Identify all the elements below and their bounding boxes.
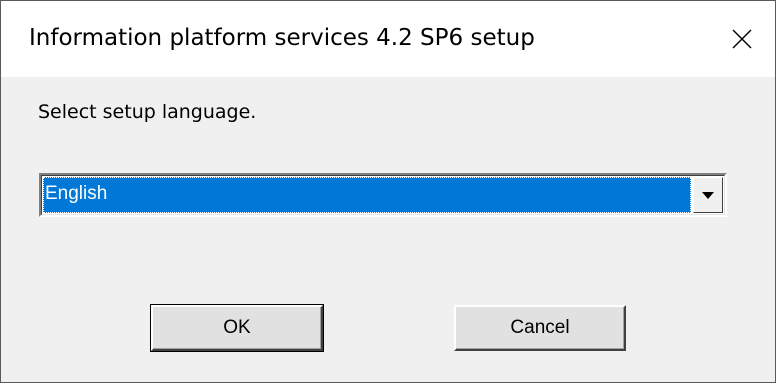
close-button[interactable] bbox=[709, 1, 775, 77]
close-icon bbox=[732, 29, 752, 49]
chevron-down-icon bbox=[702, 191, 714, 199]
setup-language-dialog: Information platform services 4.2 SP6 se… bbox=[0, 0, 776, 383]
ok-button[interactable]: OK bbox=[150, 304, 324, 352]
dropdown-button[interactable] bbox=[693, 177, 723, 213]
window-title: Information platform services 4.2 SP6 se… bbox=[29, 25, 535, 51]
language-select-value[interactable]: English bbox=[43, 177, 691, 213]
language-select[interactable]: English bbox=[39, 173, 727, 217]
ok-button-label: OK bbox=[223, 317, 251, 338]
title-bar[interactable]: Information platform services 4.2 SP6 se… bbox=[1, 1, 775, 77]
prompt-label: Select setup language. bbox=[38, 101, 257, 123]
cancel-button-label: Cancel bbox=[510, 317, 570, 338]
cancel-button[interactable]: Cancel bbox=[454, 305, 626, 351]
